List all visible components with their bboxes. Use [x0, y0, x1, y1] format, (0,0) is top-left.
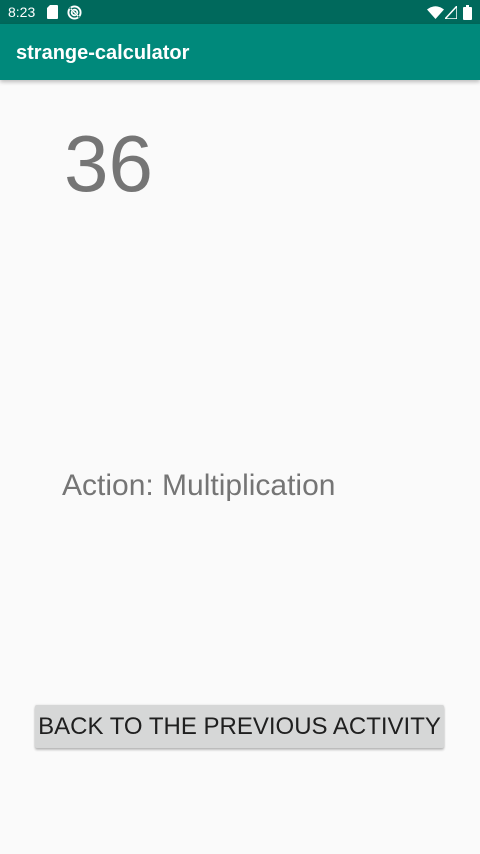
status-time: 8:23 [8, 4, 36, 20]
app-bar: strange-calculator [0, 24, 480, 80]
back-button[interactable]: BACK TO THE PREVIOUS ACTIVITY [35, 705, 444, 748]
result-value: 36 [64, 119, 153, 208]
app-title: strange-calculator [16, 42, 190, 64]
sd-card-icon [46, 4, 58, 20]
battery-icon [462, 4, 472, 20]
status-bar: 8:23 [0, 0, 480, 24]
signal-icon [445, 4, 457, 20]
action-label: Action: Multiplication [62, 469, 336, 502]
wifi-icon [426, 4, 444, 20]
sync-icon [66, 4, 82, 20]
screen: 8:23 strange-calculator 36 Action: Multi… [0, 0, 480, 854]
